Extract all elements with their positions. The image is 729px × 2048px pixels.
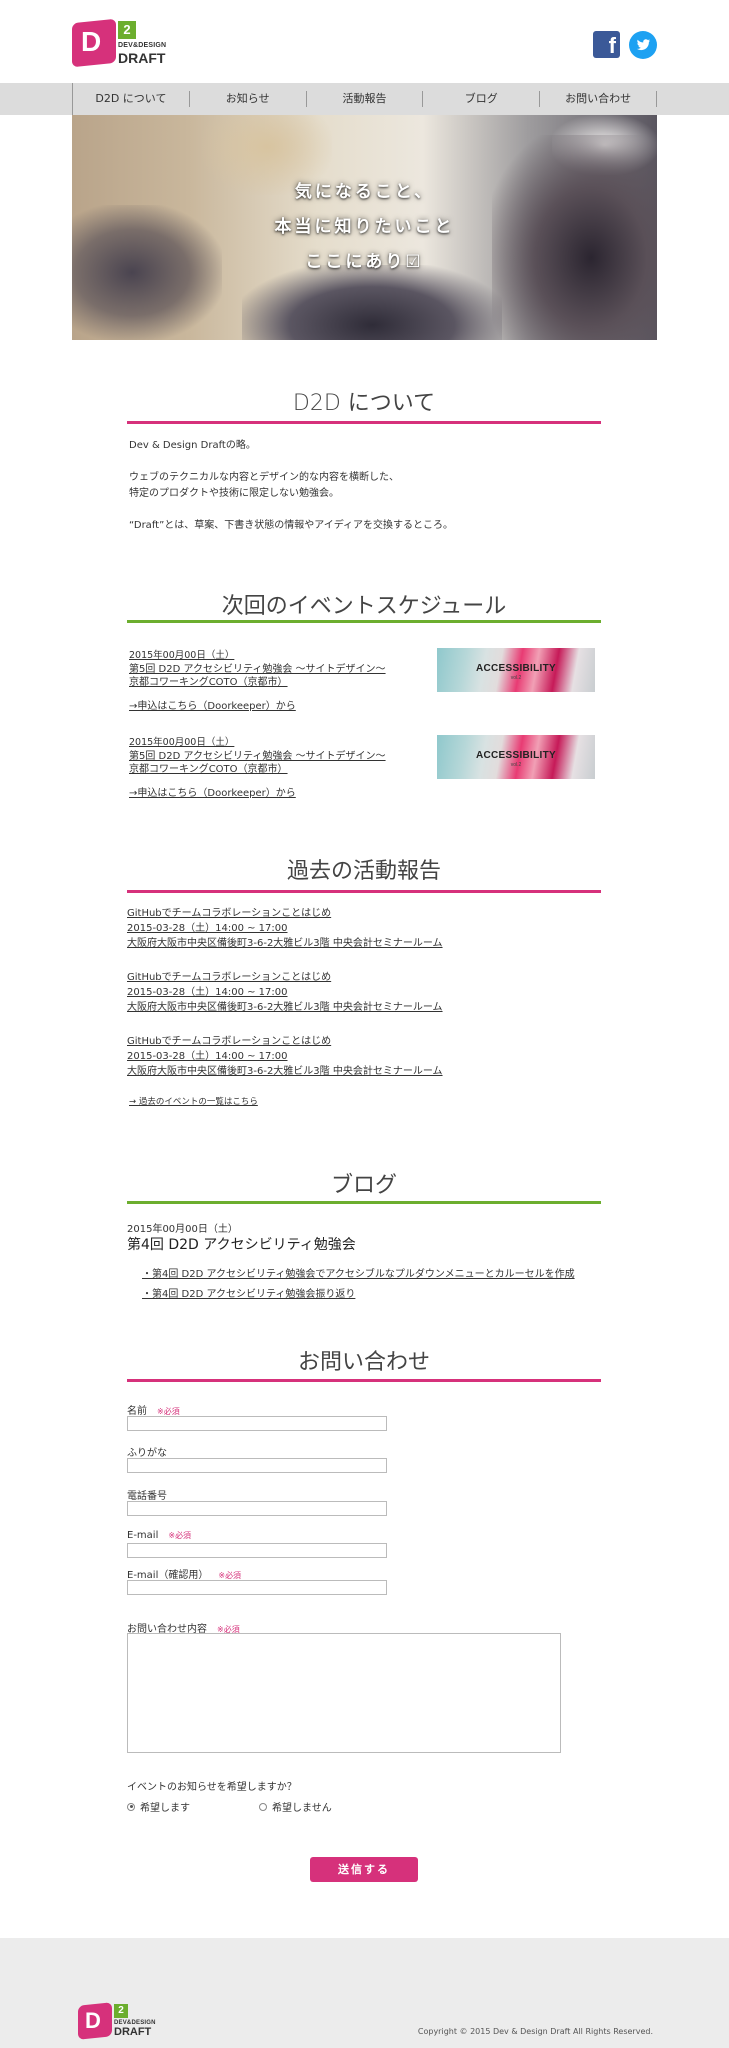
nav-item-about[interactable]: D2D について: [73, 91, 190, 107]
logo-number: 2: [114, 2004, 128, 2018]
report-place[interactable]: 大阪府大阪市中央区備後町3-6-2大雅ビル3階 中央会計セミナールーム: [127, 1062, 443, 1077]
notify-no-option[interactable]: 希望しません: [259, 1799, 332, 1814]
blog-post-link[interactable]: ・第4回 D2D アクセシビリティ勉強会でアクセシブルなプルダウンメニューとカル…: [142, 1265, 575, 1280]
report-datetime[interactable]: 2015-03-28（土）14:00 ~ 17:00: [127, 1047, 288, 1062]
furigana-label: ふりがな: [127, 1448, 167, 1459]
required-mark: ※必須: [157, 1407, 180, 1416]
site-footer: D 2 DEV&DESIGN DRAFT Copyright © 2015 De…: [0, 1938, 729, 2048]
message-textarea[interactable]: [127, 1633, 561, 1753]
copyright-text: Copyright © 2015 Dev & Design Draft All …: [417, 2027, 653, 2036]
notify-yes-option[interactable]: 希望します: [127, 1799, 190, 1814]
about-p3: “Draft”とは、草案、下書き状態の情報やアイディアを交換するところ。: [129, 520, 454, 531]
report-datetime[interactable]: 2015-03-28（土）14:00 ~ 17:00: [127, 919, 288, 934]
logo-title: DRAFT: [114, 2026, 152, 2038]
about-p2a: ウェブのテクニカルな内容とデザイン的な内容を横断した、: [129, 472, 399, 483]
event-place[interactable]: 京都コワーキングCOTO（京都市）: [129, 673, 288, 688]
radio-icon[interactable]: [127, 1802, 135, 1811]
report-name[interactable]: GitHubでチームコラボレーションことはじめ: [127, 968, 331, 983]
global-nav: D2D について お知らせ 活動報告 ブログ お問い合わせ: [0, 83, 729, 115]
logo-number: 2: [118, 21, 136, 39]
report-name[interactable]: GitHubでチームコラボレーションことはじめ: [127, 904, 331, 919]
schedule-rule: [127, 620, 601, 623]
about-rule: [127, 421, 601, 424]
thumb-label: ACCESSIBILITY: [475, 750, 557, 761]
schedule-title: 次回のイベントスケジュール: [221, 594, 507, 619]
required-mark: ※必須: [218, 1571, 242, 1580]
event-thumbnail[interactable]: ACCESSIBILITY vol.2: [437, 735, 595, 779]
logo-subtitle: DEV&DESIGN: [118, 42, 167, 49]
thumb-sublabel: vol.2: [510, 675, 522, 681]
event-apply-link[interactable]: →申込はこちら（Doorkeeper）から: [129, 784, 296, 799]
blog-rule: [127, 1201, 601, 1204]
blog-post-link[interactable]: ・第4回 D2D アクセシビリティ勉強会振り返り: [142, 1285, 355, 1300]
report-datetime[interactable]: 2015-03-28（土）14:00 ~ 17:00: [127, 983, 288, 998]
thumb-sublabel: vol.2: [510, 762, 522, 768]
facebook-icon[interactable]: f: [593, 31, 620, 58]
reports-title: 過去の活動報告: [286, 859, 441, 884]
report-place[interactable]: 大阪府大阪市中央区備後町3-6-2大雅ビル3階 中央会計セミナールーム: [127, 934, 443, 949]
thumb-label: ACCESSIBILITY: [475, 663, 557, 674]
about-title: D2D について: [292, 391, 436, 416]
notify-question: イベントのお知らせを希望しますか？: [127, 1782, 297, 1793]
hero-banner: 気になること、 本当に知りたいこと ここにあり☑: [72, 115, 657, 340]
event-thumbnail[interactable]: ACCESSIBILITY vol.2: [437, 648, 595, 692]
about-p1: Dev & Design Draftの略。: [129, 440, 256, 451]
event-apply-link[interactable]: →申込はこちら（Doorkeeper）から: [129, 697, 296, 712]
email-label: E-mail ※必須: [127, 1530, 192, 1541]
required-mark: ※必須: [168, 1531, 192, 1540]
hero-line-3: ここにあり☑: [305, 252, 424, 272]
hero-line-2: 本当に知りたいこと: [274, 217, 455, 237]
notify-no-label: 希望しません: [272, 1803, 332, 1814]
submit-button[interactable]: 送信する: [310, 1857, 418, 1882]
logo-letter: D: [85, 2008, 101, 2033]
name-label: 名前 ※必須: [127, 1406, 180, 1417]
event-place[interactable]: 京都コワーキングCOTO（京都市）: [129, 760, 288, 775]
nav-item-news[interactable]: お知らせ: [190, 91, 307, 107]
name-input[interactable]: [127, 1416, 387, 1431]
phone-input[interactable]: [127, 1501, 387, 1516]
furigana-input[interactable]: [127, 1458, 387, 1473]
footer-logo[interactable]: D 2 DEV&DESIGN DRAFT: [78, 2002, 158, 2040]
event-date[interactable]: 2015年00月00日（土）: [129, 734, 234, 748]
reports-rule: [127, 890, 601, 893]
logo-title: DRAFT: [118, 50, 166, 66]
logo-letter: D: [81, 26, 102, 57]
email-confirm-label: E-mail（確認用） ※必須: [127, 1570, 242, 1581]
report-name[interactable]: GitHubでチームコラボレーションことはじめ: [127, 1032, 331, 1047]
past-events-link[interactable]: → 過去のイベントの一覧はこちら: [129, 1095, 258, 1107]
blog-heading[interactable]: 第4回 D2D アクセシビリティ勉強会: [127, 1234, 356, 1254]
contact-rule: [127, 1379, 601, 1382]
phone-label: 電話番号: [127, 1491, 167, 1502]
radio-icon[interactable]: [259, 1802, 267, 1811]
hero-line-1: 気になること、: [294, 182, 435, 202]
contact-title: お問い合わせ: [297, 1350, 430, 1375]
blog-date: 2015年00月00日（土）: [127, 1224, 238, 1235]
blog-title: ブログ: [330, 1173, 397, 1198]
about-p2b: 特定のプロダクトや技術に限定しない勉強会。: [129, 488, 339, 499]
report-place[interactable]: 大阪府大阪市中央区備後町3-6-2大雅ビル3階 中央会計セミナールーム: [127, 998, 443, 1013]
event-date[interactable]: 2015年00月00日（土）: [129, 647, 234, 661]
site-header: D 2 DEV&DESIGN DRAFT f: [0, 0, 729, 83]
nav-item-contact[interactable]: お問い合わせ: [540, 91, 657, 107]
site-logo[interactable]: D 2 DEV&DESIGN DRAFT: [72, 18, 168, 68]
nav-item-reports[interactable]: 活動報告: [307, 91, 424, 107]
email-input[interactable]: [127, 1543, 387, 1558]
email-confirm-input[interactable]: [127, 1580, 387, 1595]
nav-item-blog[interactable]: ブログ: [423, 91, 541, 107]
notify-yes-label: 希望します: [140, 1803, 190, 1814]
twitter-icon[interactable]: [629, 31, 657, 59]
